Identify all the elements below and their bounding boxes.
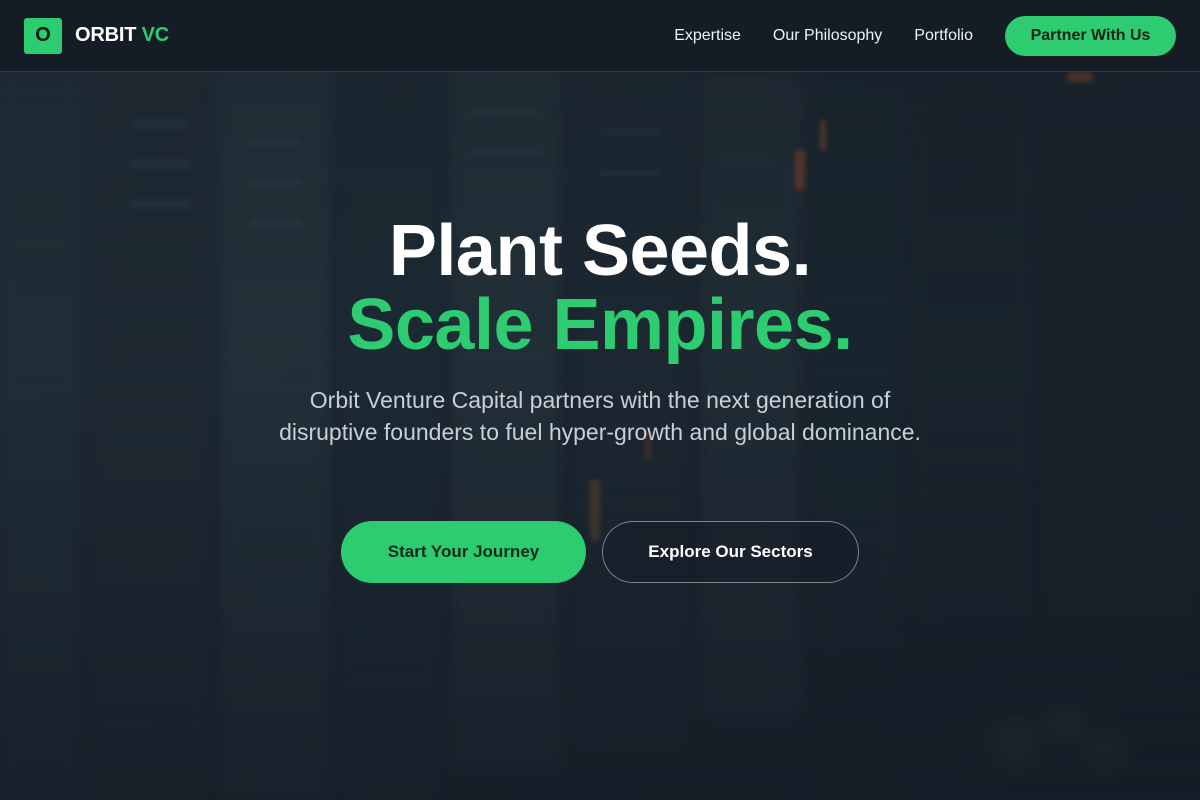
headline-line-2: Scale Empires. — [347, 285, 853, 365]
top-navbar: O ORBIT VC Expertise Our Philosophy Port… — [0, 0, 1200, 72]
hero-subtext: Orbit Venture Capital partners with the … — [279, 387, 921, 445]
landing-page: O ORBIT VC Expertise Our Philosophy Port… — [0, 0, 1200, 800]
brand-name: ORBIT VC — [75, 24, 169, 47]
partner-with-us-button[interactable]: Partner With Us — [1005, 15, 1176, 56]
hero-headline: Plant Seeds. Scale Empires. — [0, 214, 1200, 362]
nav-link-portfolio[interactable]: Portfolio — [914, 27, 973, 45]
brand-name-accent: VC — [141, 24, 170, 46]
nav-links: Expertise Our Philosophy Portfolio Partn… — [642, 15, 1176, 56]
nav-link-expertise[interactable]: Expertise — [674, 27, 741, 45]
headline-line-1: Plant Seeds. — [388, 211, 812, 291]
nav-link-philosophy[interactable]: Our Philosophy — [773, 27, 882, 45]
start-journey-button[interactable]: Start Your Journey — [341, 521, 586, 583]
brand-logo[interactable]: O ORBIT VC — [24, 17, 169, 54]
explore-sectors-button[interactable]: Explore Our Sectors — [602, 521, 859, 583]
hero-section: Plant Seeds. Scale Empires. Orbit Ventur… — [0, 72, 1200, 800]
brand-name-primary: ORBIT — [75, 24, 137, 46]
logo-mark: O — [24, 17, 62, 54]
